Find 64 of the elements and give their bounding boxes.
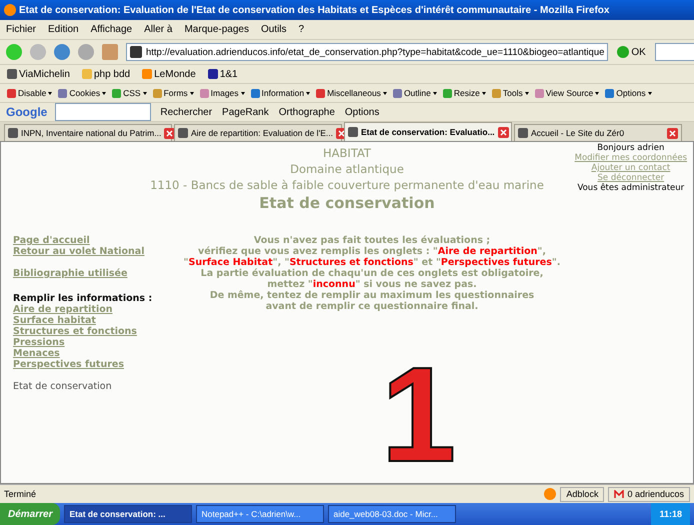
google-toolbar-button[interactable]: Orthographe xyxy=(278,106,336,118)
clock: 11:18 xyxy=(659,509,682,519)
page-heading: Domaine atlantique xyxy=(290,161,404,177)
taskbar-button[interactable]: Notepad++ - C:\adrien\w... xyxy=(196,505,324,523)
go-button[interactable]: OK xyxy=(616,46,647,58)
page-heading: HABITAT xyxy=(323,145,371,161)
browser-tab[interactable]: Aire de repartition: Evaluation de l'E... xyxy=(174,124,342,141)
toolbar-menu-button[interactable]: Resize xyxy=(442,88,487,98)
toolbar-menu-button[interactable]: Disable xyxy=(6,88,54,98)
bookmark-item[interactable]: php bdd xyxy=(80,68,132,80)
taskbar-button[interactable]: Etat de conservation: ... xyxy=(64,505,192,523)
message-line: Vous n'avez pas fait toutes les évaluations ; xyxy=(254,235,490,246)
menu-item[interactable]: Outils xyxy=(260,24,287,35)
message-line: mettez "inconnu" si vous ne savez pas. xyxy=(267,279,477,290)
toolbar-menu-button[interactable]: CSS xyxy=(111,88,148,98)
google-search-field[interactable] xyxy=(55,103,152,121)
window-title-text: Etat de conservation: Evaluation de l'Etat de conservation des Habitats et Espèces d'intérêt communautaire - Mozilla Firefox xyxy=(19,4,610,16)
toolbar-menu-button[interactable]: Outline xyxy=(392,88,438,98)
close-icon[interactable] xyxy=(498,126,509,138)
menu-item[interactable]: Marque-pages xyxy=(184,24,249,35)
status-text: Terminé xyxy=(4,489,38,499)
menu-item[interactable]: Affichage xyxy=(90,24,132,35)
annotation-number: 1 xyxy=(381,347,456,482)
adblock-status[interactable]: Adblock xyxy=(560,486,604,502)
bookmark-item[interactable]: 1&1 xyxy=(206,68,239,80)
message-line: "Surface Habitat", "Structures et fonctions" et "Perspectives futures". xyxy=(184,257,560,268)
google-logo: Google xyxy=(6,105,48,119)
menu-item[interactable]: Fichier xyxy=(6,24,36,35)
toolbar-menu-button[interactable]: View Source xyxy=(534,88,600,98)
mail-icon xyxy=(614,490,624,498)
google-toolbar-button[interactable]: Options xyxy=(344,106,380,118)
message-line: avant de remplir ce questionnaire final. xyxy=(266,301,478,312)
close-icon[interactable] xyxy=(164,128,176,138)
toolbar-menu-button[interactable]: Information xyxy=(250,88,312,98)
google-toolbar-button[interactable]: Rechercher xyxy=(159,106,214,118)
bookmark-item[interactable]: LeMonde xyxy=(141,68,197,80)
nav-heading: Remplir les informations : xyxy=(13,293,151,304)
menu-item[interactable]: Aller à xyxy=(144,24,172,35)
page-title: Etat de conservation xyxy=(259,193,435,213)
nav-current-page: Etat de conservation xyxy=(13,381,113,392)
browser-tab[interactable]: Etat de conservation: Evaluatio... xyxy=(344,122,512,141)
page-heading: 1110 - Bancs de sable à faible couverture permanente d'eau marine xyxy=(150,177,544,193)
taskbar-button[interactable]: aide_web08-03.doc - Micr... xyxy=(328,505,456,523)
message-line: De même, tentez de remplir au maximum les questionnaires xyxy=(210,290,534,301)
menu-item[interactable]: Edition xyxy=(48,24,79,35)
toolbar-menu-button[interactable]: Tools xyxy=(490,88,530,98)
mail-status[interactable]: 0 adrienducos xyxy=(608,486,690,502)
start-button[interactable]: Démarrer xyxy=(0,503,60,525)
close-icon[interactable] xyxy=(667,128,678,138)
bookmark-item[interactable]: ViaMichelin xyxy=(6,68,71,80)
browser-tab[interactable]: INPN, Inventaire national du Patrim... xyxy=(4,124,172,141)
toolbar-menu-button[interactable]: Images xyxy=(198,88,246,98)
toolbar-menu-button[interactable]: Miscellaneous xyxy=(315,88,388,98)
message-line: La partie évaluation de chaqu'un de ces onglets est obligatoire, xyxy=(200,268,544,279)
toolbar-menu-button[interactable]: Forms xyxy=(152,88,195,98)
user-text: Bonjours adrien xyxy=(597,143,664,153)
address-field[interactable]: http://evaluation.adrienducos.info/etat_de_conservation.php?type=habitat&code_ue=1110&biogeo=atlantique xyxy=(126,43,608,61)
message-line: vérifiez que vous avez remplis les onglets : "Aire de repartition", xyxy=(198,246,546,257)
user-text: Vous êtes administrateur xyxy=(577,183,684,193)
toolbar-menu-button[interactable]: Options xyxy=(604,88,653,98)
menu-item[interactable]: ? xyxy=(298,24,304,35)
browser-tab[interactable]: Accueil - Le Site du Zér0 xyxy=(514,124,682,141)
toolbar-menu-button[interactable]: Cookies xyxy=(57,88,108,98)
google-toolbar-button[interactable]: PageRank xyxy=(221,106,270,118)
